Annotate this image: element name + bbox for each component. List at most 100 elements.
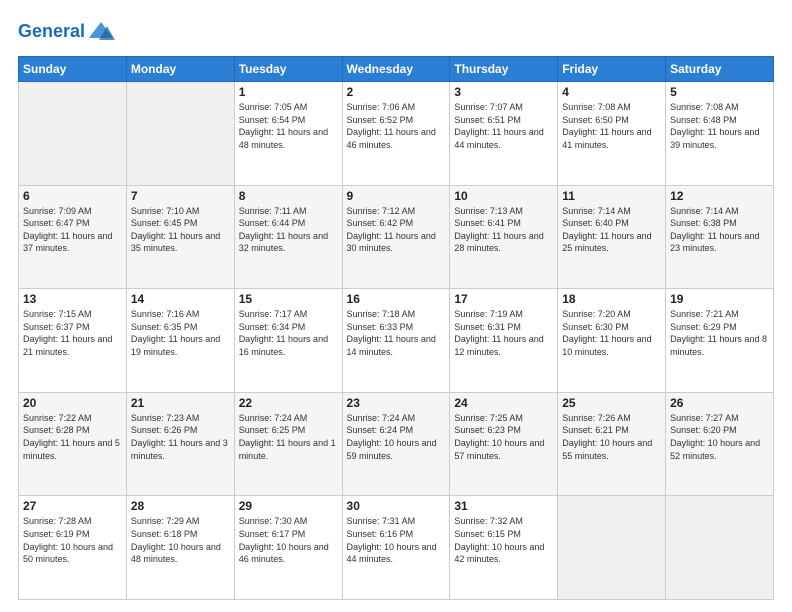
cell-info: Sunrise: 7:19 AM Sunset: 6:31 PM Dayligh… [454, 308, 553, 358]
calendar-cell [126, 82, 234, 186]
calendar-cell [558, 496, 666, 600]
cell-info: Sunrise: 7:10 AM Sunset: 6:45 PM Dayligh… [131, 205, 230, 255]
cell-info: Sunrise: 7:31 AM Sunset: 6:16 PM Dayligh… [347, 515, 446, 565]
day-number: 5 [670, 85, 769, 99]
day-number: 27 [23, 499, 122, 513]
calendar-cell: 11Sunrise: 7:14 AM Sunset: 6:40 PM Dayli… [558, 185, 666, 289]
day-number: 28 [131, 499, 230, 513]
calendar-cell: 8 Sunrise: 7:11 AM Sunset: 6:44 PM Daylig… [234, 185, 342, 289]
calendar-cell: 2 Sunrise: 7:06 AM Sunset: 6:52 PM Daylig… [342, 82, 450, 186]
calendar-cell: 1 Sunrise: 7:05 AM Sunset: 6:54 PM Daylig… [234, 82, 342, 186]
day-number: 3 [454, 85, 553, 99]
day-number: 29 [239, 499, 338, 513]
calendar-cell: 28 Sunrise: 7:29 AM Sunset: 6:18 PM Dayli… [126, 496, 234, 600]
calendar-cell: 16Sunrise: 7:18 AM Sunset: 6:33 PM Dayli… [342, 289, 450, 393]
day-number: 4 [562, 85, 661, 99]
cell-info: Sunrise: 7:12 AM Sunset: 6:42 PM Dayligh… [347, 205, 446, 255]
calendar-header-friday: Friday [558, 57, 666, 82]
cell-info: Sunrise: 7:06 AM Sunset: 6:52 PM Dayligh… [347, 101, 446, 151]
calendar-cell: 5 Sunrise: 7:08 AM Sunset: 6:48 PM Daylig… [666, 82, 774, 186]
cell-info: Sunrise: 7:32 AM Sunset: 6:15 PM Dayligh… [454, 515, 553, 565]
cell-info: Sunrise: 7:28 AM Sunset: 6:19 PM Dayligh… [23, 515, 122, 565]
calendar-week-5: 27 Sunrise: 7:28 AM Sunset: 6:19 PM Dayli… [19, 496, 774, 600]
calendar-cell: 20 Sunrise: 7:22 AM Sunset: 6:28 PM Dayli… [19, 392, 127, 496]
calendar-cell: 9 Sunrise: 7:12 AM Sunset: 6:42 PM Daylig… [342, 185, 450, 289]
cell-info: Sunrise: 7:22 AM Sunset: 6:28 PM Dayligh… [23, 412, 122, 462]
cell-info: Sunrise: 7:24 AM Sunset: 6:25 PM Dayligh… [239, 412, 338, 462]
calendar-table: SundayMondayTuesdayWednesdayThursdayFrid… [18, 56, 774, 600]
cell-info: Sunrise: 7:29 AM Sunset: 6:18 PM Dayligh… [131, 515, 230, 565]
calendar-week-2: 6Sunrise: 7:09 AM Sunset: 6:47 PM Daylig… [19, 185, 774, 289]
calendar-cell: 17Sunrise: 7:19 AM Sunset: 6:31 PM Dayli… [450, 289, 558, 393]
calendar-cell: 14Sunrise: 7:16 AM Sunset: 6:35 PM Dayli… [126, 289, 234, 393]
day-number: 20 [23, 396, 122, 410]
calendar-cell: 25 Sunrise: 7:26 AM Sunset: 6:21 PM Dayli… [558, 392, 666, 496]
day-number: 23 [347, 396, 446, 410]
cell-info: Sunrise: 7:08 AM Sunset: 6:50 PM Dayligh… [562, 101, 661, 151]
day-number: 30 [347, 499, 446, 513]
day-number: 9 [347, 189, 446, 203]
calendar-header-thursday: Thursday [450, 57, 558, 82]
cell-info: Sunrise: 7:11 AM Sunset: 6:44 PM Dayligh… [239, 205, 338, 255]
calendar-header-monday: Monday [126, 57, 234, 82]
calendar-cell: 27 Sunrise: 7:28 AM Sunset: 6:19 PM Dayli… [19, 496, 127, 600]
calendar-week-4: 20 Sunrise: 7:22 AM Sunset: 6:28 PM Dayli… [19, 392, 774, 496]
logo-icon [87, 18, 115, 46]
cell-info: Sunrise: 7:21 AM Sunset: 6:29 PM Dayligh… [670, 308, 769, 358]
day-number: 14 [131, 292, 230, 306]
day-number: 26 [670, 396, 769, 410]
calendar-cell: 30 Sunrise: 7:31 AM Sunset: 6:16 PM Dayli… [342, 496, 450, 600]
calendar-cell: 4 Sunrise: 7:08 AM Sunset: 6:50 PM Daylig… [558, 82, 666, 186]
day-number: 8 [239, 189, 338, 203]
cell-info: Sunrise: 7:07 AM Sunset: 6:51 PM Dayligh… [454, 101, 553, 151]
day-number: 1 [239, 85, 338, 99]
day-number: 25 [562, 396, 661, 410]
calendar-cell: 22 Sunrise: 7:24 AM Sunset: 6:25 PM Dayli… [234, 392, 342, 496]
cell-info: Sunrise: 7:14 AM Sunset: 6:40 PM Dayligh… [562, 205, 661, 255]
calendar-cell: 29 Sunrise: 7:30 AM Sunset: 6:17 PM Dayli… [234, 496, 342, 600]
day-number: 2 [347, 85, 446, 99]
cell-info: Sunrise: 7:15 AM Sunset: 6:37 PM Dayligh… [23, 308, 122, 358]
day-number: 31 [454, 499, 553, 513]
calendar-cell: 31 Sunrise: 7:32 AM Sunset: 6:15 PM Dayli… [450, 496, 558, 600]
day-number: 21 [131, 396, 230, 410]
cell-info: Sunrise: 7:25 AM Sunset: 6:23 PM Dayligh… [454, 412, 553, 462]
cell-info: Sunrise: 7:17 AM Sunset: 6:34 PM Dayligh… [239, 308, 338, 358]
logo-text: General [18, 22, 85, 42]
cell-info: Sunrise: 7:09 AM Sunset: 6:47 PM Dayligh… [23, 205, 122, 255]
calendar-cell: 3 Sunrise: 7:07 AM Sunset: 6:51 PM Daylig… [450, 82, 558, 186]
day-number: 19 [670, 292, 769, 306]
cell-info: Sunrise: 7:08 AM Sunset: 6:48 PM Dayligh… [670, 101, 769, 151]
calendar-cell: 7 Sunrise: 7:10 AM Sunset: 6:45 PM Daylig… [126, 185, 234, 289]
day-number: 18 [562, 292, 661, 306]
day-number: 15 [239, 292, 338, 306]
calendar-cell: 15 Sunrise: 7:17 AM Sunset: 6:34 PM Dayli… [234, 289, 342, 393]
calendar-header-row: SundayMondayTuesdayWednesdayThursdayFrid… [19, 57, 774, 82]
calendar-week-1: 1 Sunrise: 7:05 AM Sunset: 6:54 PM Daylig… [19, 82, 774, 186]
cell-info: Sunrise: 7:18 AM Sunset: 6:33 PM Dayligh… [347, 308, 446, 358]
calendar-header-tuesday: Tuesday [234, 57, 342, 82]
day-number: 12 [670, 189, 769, 203]
calendar-header-wednesday: Wednesday [342, 57, 450, 82]
header: General [18, 18, 774, 46]
calendar-cell: 13Sunrise: 7:15 AM Sunset: 6:37 PM Dayli… [19, 289, 127, 393]
calendar-cell: 12 Sunrise: 7:14 AM Sunset: 6:38 PM Dayli… [666, 185, 774, 289]
cell-info: Sunrise: 7:20 AM Sunset: 6:30 PM Dayligh… [562, 308, 661, 358]
cell-info: Sunrise: 7:26 AM Sunset: 6:21 PM Dayligh… [562, 412, 661, 462]
calendar-cell: 10Sunrise: 7:13 AM Sunset: 6:41 PM Dayli… [450, 185, 558, 289]
calendar-cell: 6Sunrise: 7:09 AM Sunset: 6:47 PM Daylig… [19, 185, 127, 289]
calendar-header-sunday: Sunday [19, 57, 127, 82]
calendar-cell [19, 82, 127, 186]
page: General SundayMondayTuesdayWednesdayThur… [0, 0, 792, 612]
cell-info: Sunrise: 7:27 AM Sunset: 6:20 PM Dayligh… [670, 412, 769, 462]
calendar-cell: 23Sunrise: 7:24 AM Sunset: 6:24 PM Dayli… [342, 392, 450, 496]
day-number: 7 [131, 189, 230, 203]
cell-info: Sunrise: 7:14 AM Sunset: 6:38 PM Dayligh… [670, 205, 769, 255]
calendar-cell: 21Sunrise: 7:23 AM Sunset: 6:26 PM Dayli… [126, 392, 234, 496]
calendar-cell [666, 496, 774, 600]
cell-info: Sunrise: 7:30 AM Sunset: 6:17 PM Dayligh… [239, 515, 338, 565]
logo: General [18, 18, 115, 46]
calendar-cell: 24Sunrise: 7:25 AM Sunset: 6:23 PM Dayli… [450, 392, 558, 496]
cell-info: Sunrise: 7:05 AM Sunset: 6:54 PM Dayligh… [239, 101, 338, 151]
day-number: 22 [239, 396, 338, 410]
